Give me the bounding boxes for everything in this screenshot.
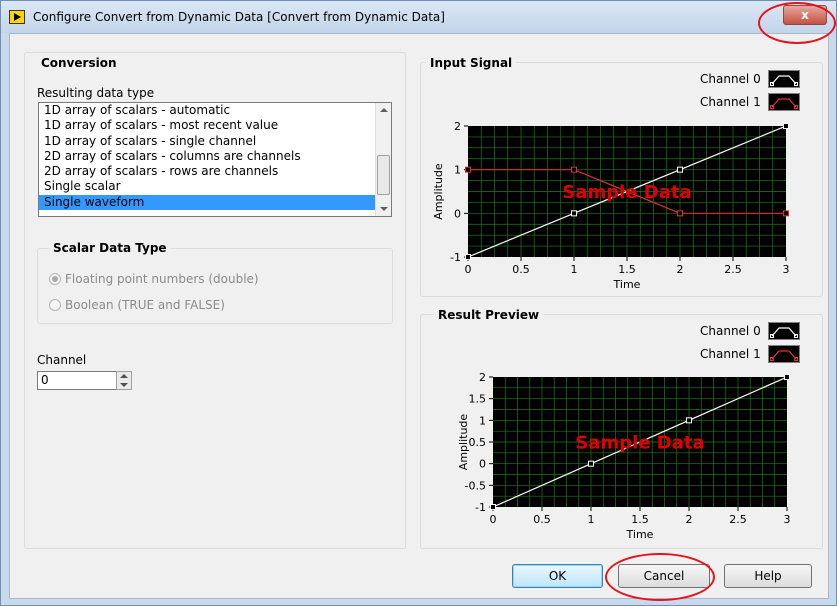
dialog-body: Conversion Resulting data type 1D array … (9, 33, 829, 599)
x-tick-label: 0 (465, 263, 472, 276)
data-point (686, 417, 692, 424)
result-preview-graph: 0 0.5 1 1.5 2 2.5 3 -1 -0.5 0 0.5 1 1.5 2 Time Amplitud… (457, 371, 791, 541)
help-button[interactable]: Help (724, 564, 812, 588)
y-tick-label: 0.5 (469, 436, 487, 449)
list-item[interactable]: Single waveform (39, 194, 391, 211)
list-item[interactable]: 1D array of scalars - single channel (39, 134, 391, 149)
x-axis-title: Time (626, 528, 654, 541)
data-point (784, 374, 790, 380)
ok-button[interactable]: OK (512, 564, 603, 588)
data-point (490, 504, 496, 510)
legend-channel-1-label: Channel 1 (700, 95, 761, 109)
legend-channel-1-swatch[interactable] (768, 345, 800, 363)
y-tick-label: 0 (454, 207, 461, 220)
data-point (677, 166, 683, 173)
resulting-data-type-listbox[interactable]: 1D array of scalars - automatic 1D array … (38, 102, 392, 217)
plot-style-white-icon (770, 327, 798, 338)
y-axis-title: Amplitude (457, 414, 470, 471)
radio-boolean-label: Boolean (TRUE and FALSE) (65, 298, 225, 312)
list-item[interactable]: 1D array of scalars - most recent value (39, 118, 391, 133)
scroll-up-arrow-icon[interactable] (380, 108, 388, 112)
plot-style-white-icon (770, 75, 798, 86)
decrement-arrow-icon[interactable] (120, 383, 128, 387)
channel-spinner[interactable] (116, 371, 132, 390)
input-signal-graph: 0 0.5 1 1.5 2 2.5 3 -1 0 1 2 Time Amplitude Sample Da… (432, 120, 790, 291)
close-highlight-ellipse (758, 2, 836, 44)
list-item[interactable]: 1D array of scalars - automatic (39, 103, 391, 118)
scalar-data-type-group (37, 248, 393, 324)
increment-arrow-icon[interactable] (120, 374, 128, 378)
radio-button-checked[interactable] (49, 273, 61, 285)
y-tick-label: -1 (475, 501, 486, 514)
x-tick-label: 0.5 (533, 513, 551, 526)
list-item[interactable]: Single scalar (39, 179, 391, 194)
sample-data-overlay: Sample Data (562, 182, 691, 203)
list-item[interactable]: 2D array of scalars - rows are channels (39, 164, 391, 179)
data-point (465, 254, 471, 260)
y-tick-label: 1 (479, 414, 486, 427)
x-tick-label: 1 (588, 513, 595, 526)
labview-app-icon (9, 10, 25, 24)
data-point (571, 166, 577, 173)
x-tick-label: 3 (784, 513, 791, 526)
x-tick-label: 2.5 (729, 513, 747, 526)
listbox-items: 1D array of scalars - automatic 1D array … (39, 103, 391, 211)
list-item[interactable]: 2D array of scalars - columns are channe… (39, 149, 391, 164)
radio-button-unchecked[interactable] (49, 299, 61, 311)
y-tick-label: 2 (479, 371, 486, 384)
legend-channel-1-label: Channel 1 (700, 347, 761, 361)
legend-channel-0-swatch[interactable] (768, 322, 800, 340)
title-bar[interactable]: Configure Convert from Dynamic Data [Con… (1, 1, 836, 33)
y-tick-label: 2 (454, 120, 461, 133)
listbox-scrollbar[interactable] (375, 103, 391, 216)
legend-channel-0-swatch[interactable] (768, 70, 800, 88)
resulting-data-type-label: Resulting data type (37, 86, 155, 100)
x-tick-label: 2.5 (724, 263, 742, 276)
scroll-thumb[interactable] (377, 155, 390, 195)
legend-channel-1-swatch[interactable] (768, 93, 800, 111)
y-tick-label: 1.5 (469, 393, 487, 406)
data-point (588, 460, 594, 467)
x-tick-label: 1.5 (618, 263, 636, 276)
input-signal-heading: Input Signal (426, 56, 517, 70)
data-point (465, 166, 471, 173)
y-tick-label: -1 (450, 251, 461, 264)
radio-floating-point-label: Floating point numbers (double) (65, 272, 259, 286)
plot-style-red-icon (770, 350, 798, 361)
scalar-data-type-heading: Scalar Data Type (49, 241, 171, 255)
sample-data-overlay: Sample Data (575, 433, 704, 454)
conversion-heading: Conversion (37, 56, 121, 70)
x-tick-label: 0 (490, 513, 497, 526)
x-tick-label: 0.5 (512, 263, 530, 276)
radio-floating-point[interactable]: Floating point numbers (double) (49, 272, 259, 286)
radio-boolean[interactable]: Boolean (TRUE and FALSE) (49, 298, 225, 312)
y-tick-label: 0 (479, 458, 486, 471)
y-tick-label: 1 (454, 164, 461, 177)
x-tick-label: 1.5 (631, 513, 649, 526)
x-tick-label: 2 (686, 513, 693, 526)
data-point (783, 210, 789, 217)
y-axis-title: Amplitude (432, 163, 445, 220)
channel-input[interactable]: 0 (37, 371, 117, 390)
plot-style-red-icon (770, 98, 798, 109)
x-tick-label: 3 (783, 263, 790, 276)
cancel-highlight-ellipse (605, 553, 715, 601)
legend-channel-0-label: Channel 0 (700, 72, 761, 86)
x-axis-title: Time (613, 278, 641, 291)
legend-channel-0-label: Channel 0 (700, 324, 761, 338)
dialog-window: Configure Convert from Dynamic Data [Con… (0, 0, 837, 606)
data-point (571, 210, 577, 217)
scroll-down-arrow-icon[interactable] (380, 207, 388, 211)
channel-label: Channel (37, 353, 87, 367)
data-point (783, 123, 789, 129)
result-preview-heading: Result Preview (434, 308, 544, 322)
y-tick-label: -0.5 (465, 479, 486, 492)
data-point (677, 210, 683, 217)
x-tick-label: 2 (677, 263, 684, 276)
x-tick-label: 1 (571, 263, 578, 276)
window-title: Configure Convert from Dynamic Data [Con… (33, 10, 445, 24)
